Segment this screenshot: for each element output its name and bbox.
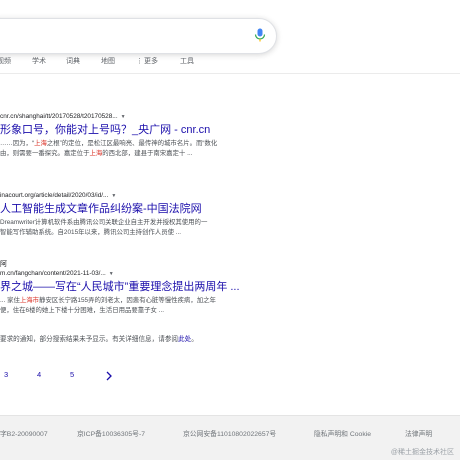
tab-tools[interactable]: 工具	[180, 56, 194, 66]
result-snippet: ……因为，“上海之根”的定位，是松江区最响亮、最传神的城市名片。而“数化 由，则需…	[0, 139, 270, 159]
result-site-name: 阿	[0, 261, 7, 268]
snippet-line: ……因为，“上海之根”的定位，是松江区最响亮、最传神的城市名片。而“数化	[0, 139, 270, 149]
snippet-line: 便，住在6楼的她上下楼十分困难，生活日用品要靠子女 ...	[0, 306, 270, 316]
tab-maps[interactable]: 地图	[101, 56, 115, 66]
snippet-text: Dreamwriter计算机软件系由腾讯公司关联企业自主开发并授权其使用的一	[0, 219, 208, 226]
snippet-text: 智能写作辅助系统。自2015年以来，腾讯公司主持创作人员使 ...	[0, 229, 182, 236]
result-url[interactable]: m.cn/fangchan/content/2021-11-03/... ▼	[0, 270, 270, 277]
search-result: inacourt.org/article/detail/2020/03/id/.…	[0, 192, 270, 238]
pagination: 3 4 5	[0, 370, 120, 384]
result-title[interactable]: 形象口号，你能对上号吗？_央广网 - cnr.cn	[0, 124, 270, 137]
here-link[interactable]: 此处	[178, 336, 191, 343]
more-vert-icon: ⋮	[136, 58, 143, 65]
footer-icp[interactable]: 京ICP备10036305号-7	[77, 428, 145, 438]
snippet-text: 的西北部，建县于南宋嘉定十 ...	[102, 150, 193, 157]
snippet-text: 便，住在6楼的她上下楼十分困难，生活日用品要靠子女 ...	[0, 307, 165, 314]
result-url[interactable]: cnr.cn/shanghai/tt/20170528/t20170528...…	[0, 113, 270, 120]
snippet-highlight: 上海	[89, 150, 103, 157]
tab-video[interactable]: 视频	[0, 56, 11, 66]
page-5-link[interactable]: 5	[70, 370, 74, 379]
snippet-text: 由，则需要一番探究。嘉定位于	[0, 150, 90, 157]
footer-police-record[interactable]: 京公网安备11010802022657号	[183, 428, 276, 438]
snippet-highlight: 上海市	[19, 297, 40, 304]
filtered-results-note: 要求的通知，部分搜索结果未予显示。有关详细信息，请参阅此处。	[0, 336, 198, 343]
tab-more[interactable]: ⋮ 更多	[136, 56, 158, 66]
result-title[interactable]: 人工智能生成文章作品纠纷案-中国法院网	[0, 203, 270, 216]
result-snippet: Dreamwriter计算机软件系由腾讯公司关联企业自主开发并授权其使用的一 智能…	[0, 218, 270, 238]
page-4-link[interactable]: 4	[37, 370, 41, 379]
snippet-text: 静安区长宁路155弄的刘老太，因患有心脏等慢性疾病，加之年	[39, 297, 216, 304]
caret-down-icon[interactable]: ▼	[111, 193, 116, 199]
result-title[interactable]: 界之城——写在“人民城市”重要理念提出两周年 ...	[0, 281, 270, 294]
result-url[interactable]: inacourt.org/article/detail/2020/03/id/.…	[0, 192, 270, 199]
chevron-right-icon[interactable]	[104, 369, 114, 383]
snippet-line: Dreamwriter计算机软件系由腾讯公司关联企业自主开发并授权其使用的一	[0, 218, 270, 228]
tab-academic[interactable]: 学术	[32, 56, 46, 66]
microphone-icon[interactable]	[250, 25, 270, 45]
footer-privacy-link[interactable]: 隐私声明和 Cookie	[314, 428, 371, 438]
footer-legal-link[interactable]: 法律声明	[405, 428, 432, 438]
page-3-link[interactable]: 3	[4, 370, 8, 379]
snippet-line: 智能写作辅助系统。自2015年以来，腾讯公司主持创作人员使 ...	[0, 228, 270, 238]
tab-dictionary[interactable]: 词典	[66, 56, 80, 66]
snippet-text: ... 家住	[0, 297, 20, 304]
snippet-text: 之根”的定位，是松江区最响亮、最传神的城市名片。而“数化	[46, 140, 218, 147]
tab-more-label: 更多	[144, 58, 158, 65]
snippet-line: 由，则需要一番探究。嘉定位于上海的西北部，建县于南宋嘉定十 ...	[0, 149, 270, 159]
search-result: 阿 m.cn/fangchan/content/2021-11-03/... ▼…	[0, 259, 270, 316]
result-snippet: ... 家住上海市静安区长宁路155弄的刘老太，因患有心脏等慢性疾病，加之年 便，…	[0, 296, 270, 316]
snippet-text: ……因为，“	[0, 140, 35, 147]
caret-down-icon[interactable]: ▼	[121, 114, 126, 120]
search-result: cnr.cn/shanghai/tt/20170528/t20170528...…	[0, 113, 270, 159]
footer: 字B2-20090007 京ICP备10036305号-7 京公网安备11010…	[0, 415, 460, 460]
footer-license: 字B2-20090007	[0, 431, 48, 438]
search-tabs: 视频 学术 词典 地图 ⋮ 更多 工具	[0, 56, 220, 70]
tabs-divider	[0, 73, 460, 74]
search-box[interactable]	[0, 18, 277, 54]
watermark: @稀土掘金技术社区	[390, 449, 454, 456]
snippet-highlight: 上海	[34, 140, 47, 147]
caret-down-icon[interactable]: ▼	[109, 271, 114, 277]
snippet-line: ... 家住上海市静安区长宁路155弄的刘老太，因患有心脏等慢性疾病，加之年	[0, 296, 270, 306]
